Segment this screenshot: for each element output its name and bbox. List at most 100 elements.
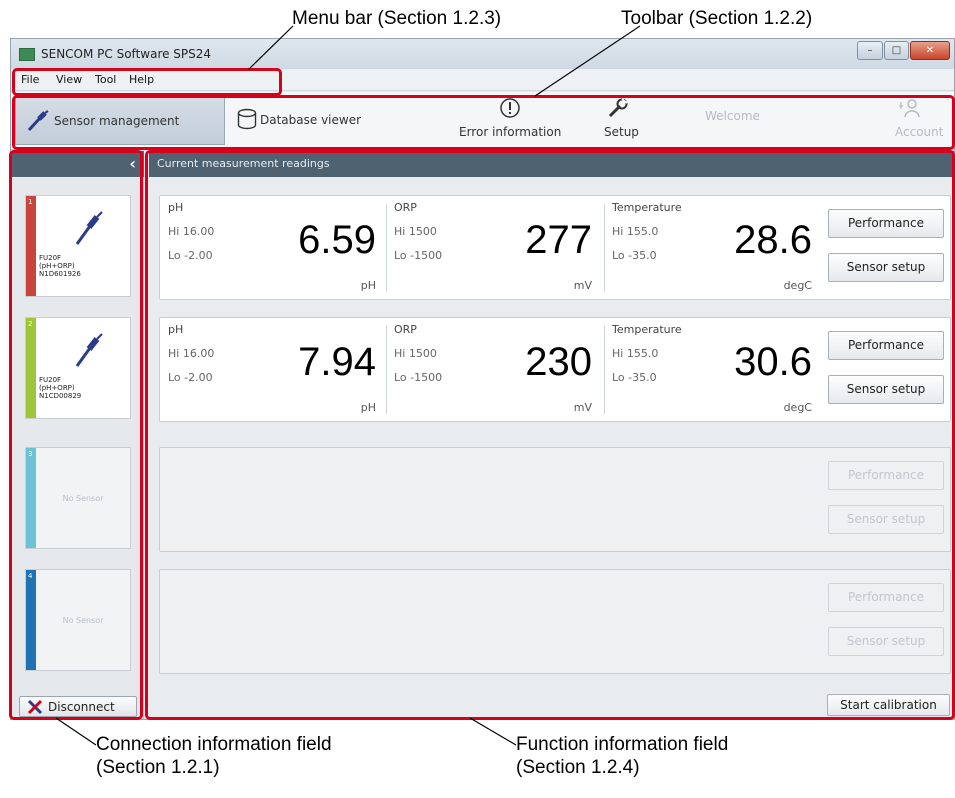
ph-title: pH	[168, 323, 184, 336]
start-calibration-button[interactable]: Start calibration	[827, 694, 950, 716]
temperature-title: Temperature	[612, 323, 682, 336]
performance-button[interactable]: Performance	[828, 209, 944, 238]
minimize-button[interactable]: –	[857, 41, 883, 60]
orp-value: 277	[525, 218, 592, 262]
orp-hi: Hi 1500	[394, 347, 437, 360]
temperature-title: Temperature	[612, 201, 682, 214]
temperature-unit: degC	[783, 401, 812, 414]
ph-title: pH	[168, 201, 184, 214]
temperature-value: 30.6	[734, 340, 812, 384]
measurement-card-2: pH Hi 16.00 Lo -2.00 7.94 pH ORP Hi 1500…	[159, 317, 951, 422]
welcome-label: Welcome	[705, 109, 760, 123]
slot-color-stripe: 3	[26, 448, 36, 548]
connection-panel: ‹ 1 FU20F (pH+ORP) N1D601926 2 FU20F (pH…	[11, 151, 144, 719]
menu-view[interactable]: View	[56, 73, 82, 86]
error-information-label: Error information	[459, 125, 562, 139]
connection-callout-line1: Connection information field	[96, 734, 332, 755]
collapse-chevron-icon[interactable]: ‹	[129, 154, 136, 173]
disconnect-icon	[27, 699, 43, 715]
connection-panel-header: ‹	[11, 151, 144, 177]
orp-title: ORP	[394, 201, 417, 214]
ph-block: pH Hi 16.00 Lo -2.00 6.59 pH	[160, 196, 386, 301]
function-panel-header: Current measurement readings	[149, 151, 954, 177]
temperature-lo: Lo -35.0	[612, 249, 657, 262]
no-sensor-text: No Sensor	[62, 494, 104, 503]
sensor-management-label: Sensor management	[54, 114, 180, 128]
measurement-card-3: Performance Sensor setup	[159, 447, 951, 552]
menu-bar: File View Tool Help	[11, 69, 954, 91]
ph-value: 7.94	[298, 340, 376, 384]
account-label: Account	[895, 125, 944, 139]
menu-bar-callout: Menu bar (Section 1.2.3)	[292, 8, 502, 29]
panel-title: Current measurement readings	[157, 157, 330, 170]
sensor-setup-button[interactable]: Sensor setup	[828, 627, 944, 656]
sensor-management-button[interactable]: Sensor management	[15, 95, 225, 145]
no-sensor-text: No Sensor	[62, 616, 104, 625]
database-viewer-button[interactable]: Database viewer	[233, 95, 413, 145]
sensor-model: FU20F (pH+ORP) N1D601926	[39, 254, 81, 278]
sensor-slot-1[interactable]: 1 FU20F (pH+ORP) N1D601926	[25, 195, 131, 297]
orp-block: ORP Hi 1500 Lo -1500 277 mV	[386, 196, 604, 301]
performance-button[interactable]: Performance	[828, 331, 944, 360]
sensor-slot-4[interactable]: 4 No Sensor	[25, 569, 131, 671]
database-icon	[237, 108, 257, 130]
function-callout-line1: Function information field	[516, 734, 729, 755]
wrench-icon	[608, 98, 628, 118]
setup-label: Setup	[604, 125, 639, 139]
ph-hi: Hi 16.00	[168, 347, 215, 360]
account-icon	[899, 99, 920, 118]
temperature-hi: Hi 155.0	[612, 347, 659, 360]
title-bar: SENCOM PC Software SPS24 – □ ✕	[11, 39, 954, 69]
app-icon	[19, 48, 35, 61]
ph-lo: Lo -2.00	[168, 371, 213, 384]
orp-block: ORP Hi 1500 Lo -1500 230 mV	[386, 318, 604, 423]
menu-help[interactable]: Help	[129, 73, 154, 86]
sensor-setup-button[interactable]: Sensor setup	[828, 375, 944, 404]
sensor-slot-2[interactable]: 2 FU20F (pH+ORP) N1CD00829	[25, 317, 131, 419]
account-button[interactable]: Account	[871, 95, 951, 145]
orp-hi: Hi 1500	[394, 225, 437, 238]
slot-color-stripe: 2	[26, 318, 36, 418]
temperature-unit: degC	[783, 279, 812, 292]
ph-hi: Hi 16.00	[168, 225, 215, 238]
sensor-setup-button[interactable]: Sensor setup	[828, 253, 944, 282]
toolbar-callout: Toolbar (Section 1.2.2)	[621, 8, 813, 29]
welcome-button[interactable]: Welcome	[691, 95, 781, 145]
slot-number: 4	[28, 572, 33, 580]
close-button[interactable]: ✕	[910, 41, 950, 60]
sensor-probe-icon	[27, 110, 49, 132]
setup-button[interactable]: Setup	[599, 95, 659, 145]
toolbar: Sensor management Database viewer Error …	[11, 92, 954, 150]
stage: Menu bar (Section 1.2.3) Toolbar (Sectio…	[0, 0, 955, 798]
temperature-hi: Hi 155.0	[612, 225, 659, 238]
error-information-button[interactable]: Error information	[451, 95, 571, 145]
ph-lo: Lo -2.00	[168, 249, 213, 262]
orp-lo: Lo -1500	[394, 371, 443, 384]
performance-button[interactable]: Performance	[828, 583, 944, 612]
slot-number: 2	[28, 320, 33, 328]
function-panel: Current measurement readings pH Hi 16.00…	[149, 151, 954, 719]
performance-button[interactable]: Performance	[828, 461, 944, 490]
measurement-card-1: pH Hi 16.00 Lo -2.00 6.59 pH ORP Hi 1500…	[159, 195, 951, 300]
sensor-model: FU20F (pH+ORP) N1CD00829	[39, 376, 82, 400]
orp-value: 230	[525, 340, 592, 384]
temperature-value: 28.6	[734, 218, 812, 262]
slot-number: 3	[28, 450, 33, 458]
maximize-button[interactable]: □	[884, 41, 909, 60]
menu-tool[interactable]: Tool	[95, 73, 116, 86]
sensor-setup-button[interactable]: Sensor setup	[828, 505, 944, 534]
orp-lo: Lo -1500	[394, 249, 443, 262]
ph-unit: pH	[360, 279, 376, 292]
ph-value: 6.59	[298, 218, 376, 262]
measurement-card-4: Performance Sensor setup	[159, 569, 951, 674]
sensor-slot-3[interactable]: 3 No Sensor	[25, 447, 131, 549]
disconnect-button[interactable]: Disconnect	[19, 696, 137, 717]
slot-color-stripe: 1	[26, 196, 36, 296]
error-icon	[500, 98, 520, 118]
ph-unit: pH	[360, 401, 376, 414]
slot-color-stripe: 4	[26, 570, 36, 670]
app-window: SENCOM PC Software SPS24 – □ ✕ File View…	[10, 38, 955, 720]
menu-file[interactable]: File	[21, 73, 39, 86]
function-callout-line2: (Section 1.2.4)	[516, 757, 640, 778]
connection-callout-line2: (Section 1.2.1)	[96, 757, 220, 778]
